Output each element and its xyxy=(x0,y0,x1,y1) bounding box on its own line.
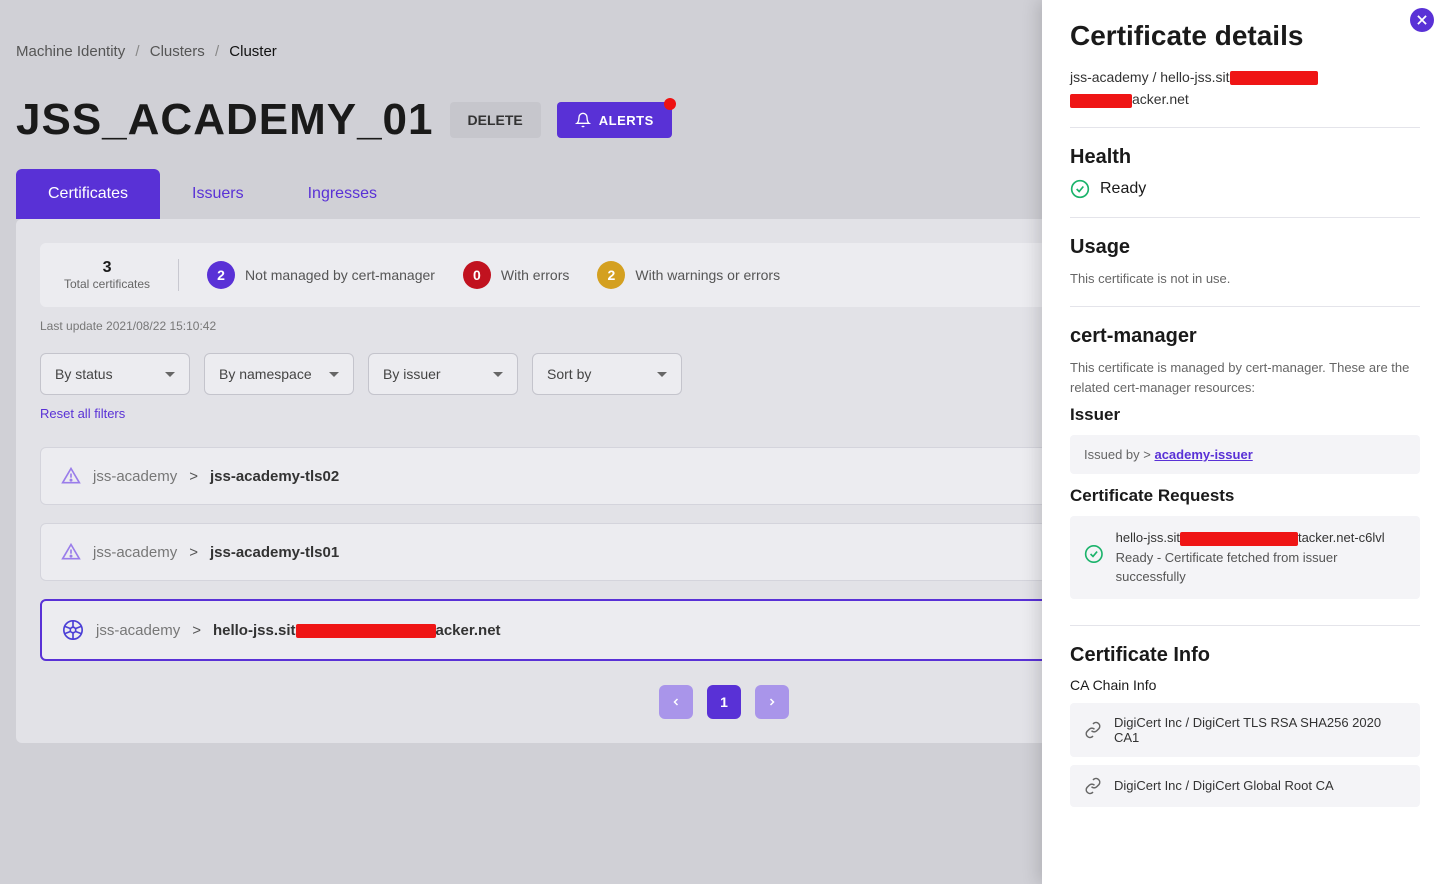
ca-chain-row: DigiCert Inc / DigiCert TLS RSA SHA256 2… xyxy=(1070,703,1420,757)
breadcrumb-l0[interactable]: Machine Identity xyxy=(16,43,125,60)
health-heading: Health xyxy=(1070,146,1420,169)
filter-status[interactable]: By status xyxy=(40,353,190,395)
ca-chain-subheading: CA Chain Info xyxy=(1070,677,1420,693)
cert-manager-text: This certificate is managed by cert-mana… xyxy=(1070,358,1420,397)
health-status: Ready xyxy=(1070,179,1420,199)
filter-namespace[interactable]: By namespace xyxy=(204,353,354,395)
usage-heading: Usage xyxy=(1070,236,1420,259)
tab-ingresses[interactable]: Ingresses xyxy=(276,169,409,219)
close-icon xyxy=(1415,13,1429,27)
warning-icon xyxy=(61,542,81,562)
breadcrumb-l1[interactable]: Clusters xyxy=(150,43,205,60)
stat-not-managed[interactable]: 2 Not managed by cert-manager xyxy=(207,261,435,289)
stat-errors[interactable]: 0 With errors xyxy=(463,261,569,289)
stat-total: 3 Total certificates xyxy=(64,259,179,291)
tab-issuers[interactable]: Issuers xyxy=(160,169,276,219)
link-icon xyxy=(1084,721,1102,739)
reset-filters-link[interactable]: Reset all filters xyxy=(40,406,125,421)
bell-icon xyxy=(575,112,591,128)
page-title: JSS_ACADEMY_01 xyxy=(16,95,434,145)
check-circle-icon xyxy=(1084,544,1104,564)
panel-path: jss-academy / hello-jss.sit acker.net xyxy=(1070,66,1420,111)
chevron-down-icon xyxy=(493,372,503,377)
panel-title: Certificate details xyxy=(1070,20,1420,52)
usage-text: This certificate is not in use. xyxy=(1070,269,1420,289)
alert-dot-icon xyxy=(664,98,676,110)
filter-sort[interactable]: Sort by xyxy=(532,353,682,395)
next-page-button[interactable] xyxy=(755,685,789,719)
tab-certificates[interactable]: Certificates xyxy=(16,169,160,219)
chevron-down-icon xyxy=(165,372,175,377)
warning-icon xyxy=(61,466,81,486)
cert-requests-subheading: Certificate Requests xyxy=(1070,486,1420,506)
check-circle-icon xyxy=(1070,179,1090,199)
ca-chain-row: DigiCert Inc / DigiCert Global Root CA xyxy=(1070,765,1420,807)
filter-issuer[interactable]: By issuer xyxy=(368,353,518,395)
cert-info-heading: Certificate Info xyxy=(1070,644,1420,667)
breadcrumb: Machine Identity / Clusters / Cluster xyxy=(16,43,277,60)
chevron-right-icon xyxy=(766,696,778,708)
stat-warnings[interactable]: 2 With warnings or errors xyxy=(597,261,780,289)
chevron-left-icon xyxy=(670,696,682,708)
prev-page-button[interactable] xyxy=(659,685,693,719)
chevron-down-icon xyxy=(329,372,339,377)
delete-button[interactable]: DELETE xyxy=(450,102,541,138)
cert-manager-heading: cert-manager xyxy=(1070,325,1420,348)
issuer-link[interactable]: academy-issuer xyxy=(1154,447,1252,462)
cert-request-box: hello-jss.sittacker.net-c6lvl Ready - Ce… xyxy=(1070,516,1420,599)
chevron-down-icon xyxy=(657,372,667,377)
issuer-box: Issued by > academy-issuer xyxy=(1070,435,1420,474)
close-panel-button[interactable] xyxy=(1410,8,1434,32)
certificate-details-panel: Certificate details jss-academy / hello-… xyxy=(1042,0,1448,884)
link-icon xyxy=(1084,777,1102,795)
alerts-button[interactable]: ALERTS xyxy=(557,102,672,138)
kubernetes-icon xyxy=(62,619,84,641)
breadcrumb-l2: Cluster xyxy=(229,43,277,60)
issuer-subheading: Issuer xyxy=(1070,405,1420,425)
page-number-button[interactable]: 1 xyxy=(707,685,741,719)
